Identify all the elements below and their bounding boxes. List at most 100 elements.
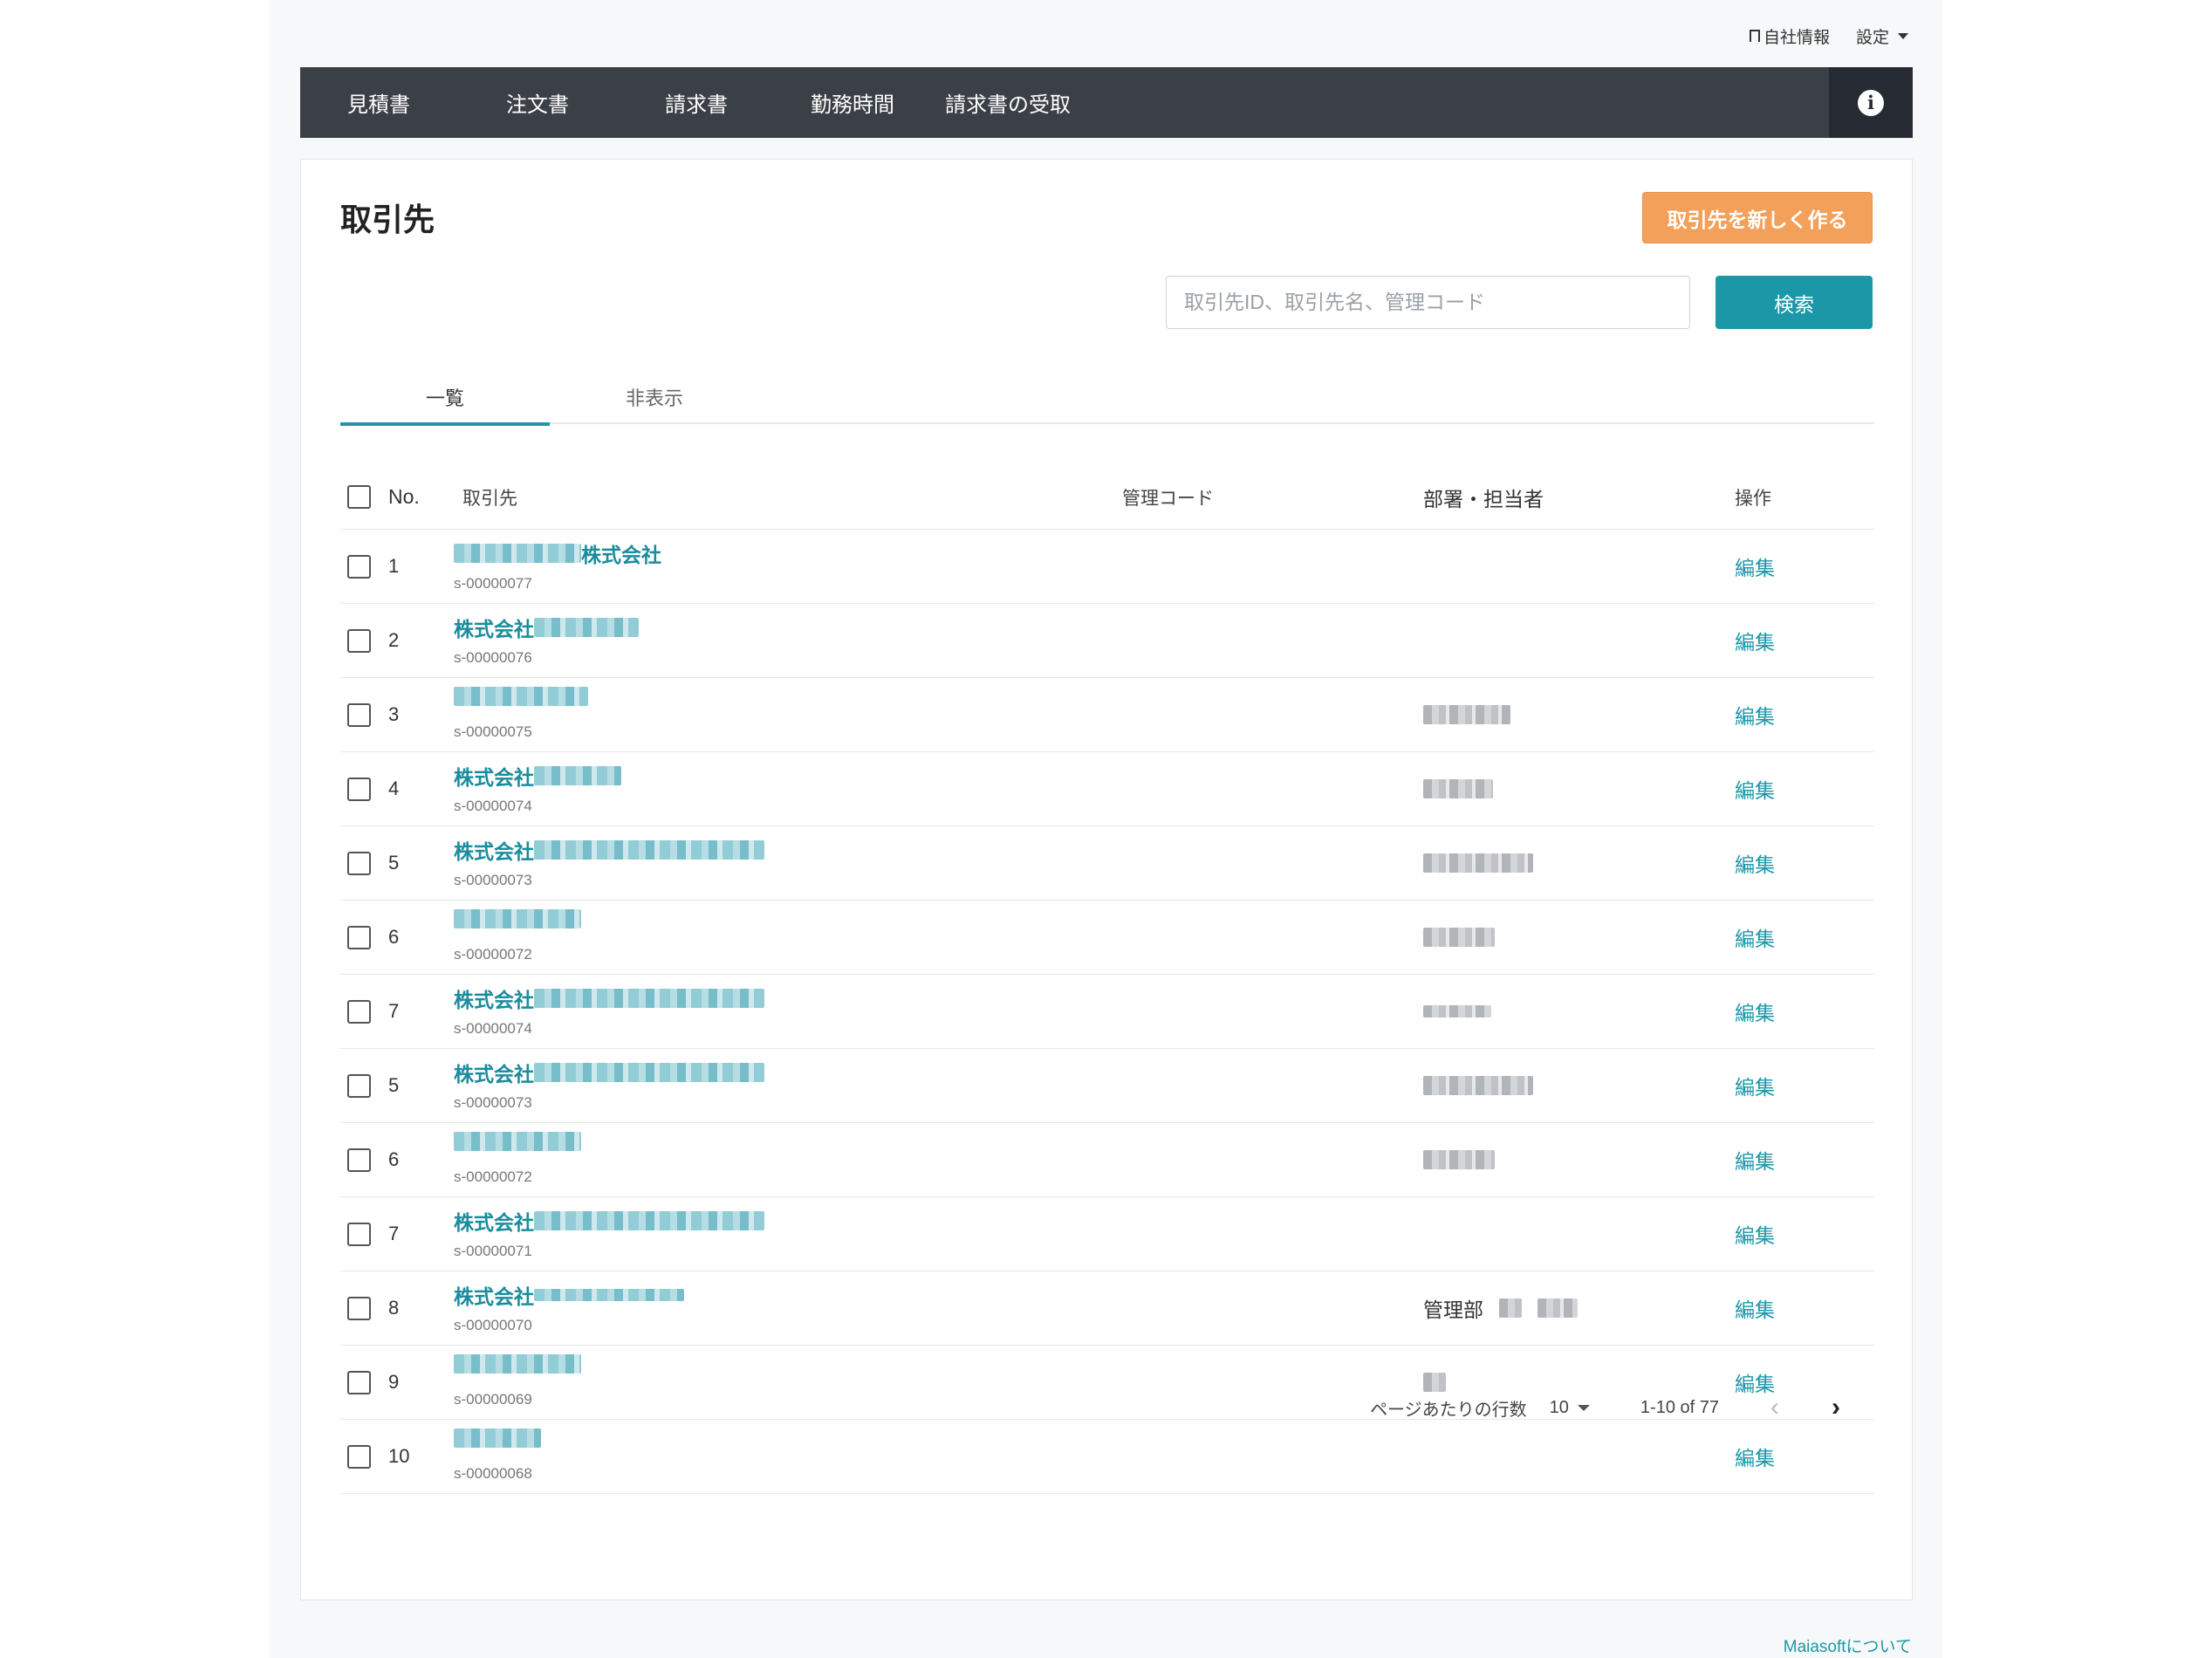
header-code: 管理コード [1122,488,1214,509]
redacted-contact [1423,853,1533,873]
partner-name-link[interactable] [454,687,588,706]
row-checkbox[interactable] [347,1073,371,1098]
select-all-checkbox[interactable] [347,485,371,509]
prev-page-button[interactable]: ‹ [1764,1393,1785,1422]
name-cell: 株式会社 s-00000076 [445,604,1122,677]
partner-id: s-00000068 [454,1465,532,1482]
edit-link[interactable]: 編集 [1735,1298,1775,1321]
nav-item-work-hours[interactable]: 勤務時間 [776,67,921,138]
edit-link[interactable]: 編集 [1735,1224,1775,1247]
name-cell: s-00000072 [445,901,1122,974]
caret-down-icon [1577,1404,1590,1411]
nav-item-invoice-receipt[interactable]: 請求書の受取 [921,67,1095,138]
tab-list[interactable]: 一覧 [340,369,550,426]
info-button[interactable]: i [1829,67,1913,138]
row-checkbox[interactable] [347,554,371,579]
row-checkbox[interactable] [347,1148,371,1172]
partner-name-link[interactable]: 株式会社 [454,613,639,642]
table-row: 7 株式会社 s-00000074 編集 [340,975,1874,1049]
name-cell: 株式会社 s-00000071 [445,1197,1122,1271]
name-prefix: 株式会社 [454,840,534,863]
info-icon: i [1858,89,1884,116]
edit-link[interactable]: 編集 [1735,1076,1775,1099]
partner-name-link[interactable]: 株式会社 [454,761,621,791]
company-info-link[interactable]: 自社情報 [1749,24,1830,48]
table-row: 4 株式会社 s-00000074 編集 [340,752,1874,826]
nav-item-invoices[interactable]: 請求書 [617,67,776,138]
edit-link[interactable]: 編集 [1735,1150,1775,1173]
partner-id: s-00000071 [454,1243,532,1259]
redacted-contact [1423,1076,1533,1095]
search-input[interactable] [1166,276,1690,329]
name-cell: 株式会社 s-00000074 [445,975,1122,1048]
op-cell: 編集 [1725,997,1830,1026]
op-cell: 編集 [1725,626,1830,655]
name-suffix: 株式会社 [581,544,661,566]
edit-link[interactable]: 編集 [1735,705,1775,728]
row-no: 10 [388,1445,410,1467]
nav-item-orders[interactable]: 注文書 [458,67,617,138]
redacted-name [454,909,581,928]
op-cell: 編集 [1725,700,1830,730]
partner-name-link[interactable] [454,909,581,928]
edit-link[interactable]: 編集 [1735,853,1775,876]
search-button[interactable]: 検索 [1715,276,1873,329]
partner-id: s-00000072 [454,946,532,963]
row-checkbox[interactable] [347,999,371,1024]
row-checkbox[interactable] [347,1222,371,1246]
table-row: 1 株式会社 s-00000077 編集 [340,530,1874,604]
partner-name-link[interactable]: 株式会社 [454,1280,684,1310]
op-cell: 編集 [1725,774,1830,804]
dept-cell [1423,1150,1725,1169]
dept-cell [1423,1076,1725,1095]
redacted-contact [1423,928,1495,947]
row-no: 2 [388,629,400,651]
edit-link[interactable]: 編集 [1735,779,1775,802]
redacted-name [534,840,764,860]
tab-bar: 一覧 非表示 [340,369,1874,426]
edit-link[interactable]: 編集 [1735,557,1775,579]
rows-per-page-select[interactable]: 10 [1550,1398,1590,1418]
create-partner-button[interactable]: 取引先を新しく作る [1642,192,1873,243]
redacted-name [454,544,581,563]
row-no: 1 [388,555,400,577]
partner-name-link[interactable]: 株式会社 [454,835,764,865]
edit-link[interactable]: 編集 [1735,631,1775,654]
top-utility-bar: 自社情報 設定 [1749,23,1908,49]
partner-name-link[interactable]: 株式会社 [454,1058,764,1087]
rows-per-page-value: 10 [1549,1397,1569,1417]
partner-name-link[interactable]: 株式会社 [454,538,661,568]
about-link[interactable]: Maiasoftについて [1784,1634,1912,1657]
partner-id: s-00000073 [454,872,532,888]
row-checkbox[interactable] [347,851,371,875]
edit-link[interactable]: 編集 [1735,1447,1775,1470]
name-prefix: 株式会社 [454,989,534,1011]
nav-item-quotes[interactable]: 見積書 [300,67,458,138]
row-checkbox[interactable] [347,628,371,653]
row-checkbox[interactable] [347,1296,371,1320]
row-no: 3 [388,703,400,725]
partner-id: s-00000070 [454,1317,532,1333]
partner-name-link[interactable] [454,1132,581,1151]
redacted-name [534,618,639,637]
row-checkbox[interactable] [347,702,371,727]
name-cell: 株式会社 s-00000077 [445,530,1122,603]
edit-link[interactable]: 編集 [1735,928,1775,950]
next-page-button[interactable]: › [1825,1393,1846,1422]
row-checkbox[interactable] [347,1444,371,1469]
redacted-name [534,766,621,785]
edit-link[interactable]: 編集 [1735,1002,1775,1024]
row-checkbox[interactable] [347,777,371,801]
partner-name-link[interactable]: 株式会社 [454,1206,764,1236]
redacted-contact [1423,705,1510,724]
tab-hidden[interactable]: 非表示 [550,369,759,424]
name-cell: 株式会社 s-00000070 [445,1271,1122,1345]
header-no: No. [388,485,420,508]
op-cell: 編集 [1725,1145,1830,1175]
settings-menu[interactable]: 設定 [1856,24,1908,48]
partner-name-link[interactable] [454,1354,581,1374]
name-cell: 株式会社 s-00000074 [445,752,1122,826]
partner-name-link[interactable]: 株式会社 [454,983,764,1013]
dept-cell [1423,1005,1725,1017]
row-checkbox[interactable] [347,925,371,949]
